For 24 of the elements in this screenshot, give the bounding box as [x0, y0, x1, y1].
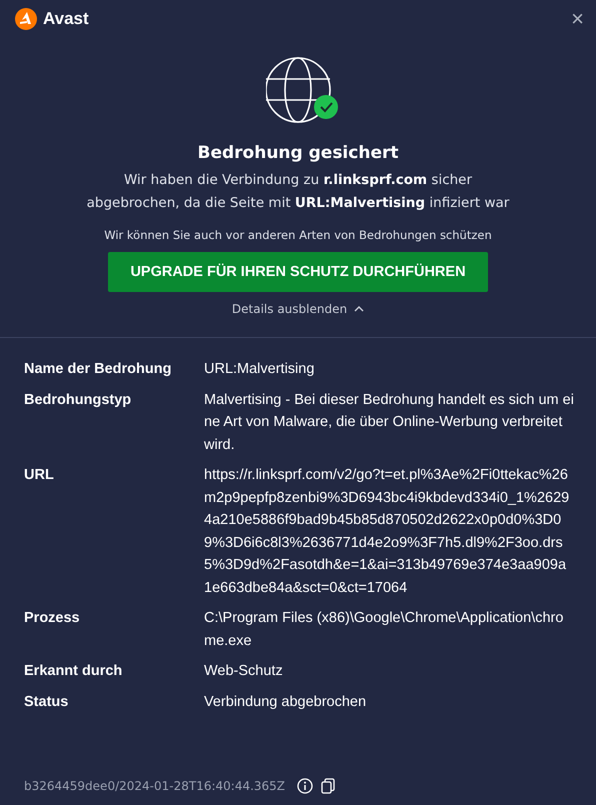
protection-note: Wir können Sie auch vor anderen Arten von Bedrohungen schützen: [104, 228, 492, 242]
event-id: b3264459dee0/2024-01-28T16:40:44.365Z: [24, 779, 286, 793]
detail-label: URL: [24, 466, 55, 485]
message-title: Bedrohung gesichert: [198, 143, 398, 163]
close-button[interactable]: ×: [571, 8, 584, 30]
chevron-icon: [354, 306, 364, 312]
detail-label: Name der Bedrohung: [24, 360, 172, 379]
details-toggle[interactable]: Details ausblenden: [232, 302, 364, 316]
upgrade-button[interactable]: UPGRADE FÜR IHREN SCHUTZ DURCHFÜHREN: [108, 252, 488, 292]
detail-label: Status: [24, 692, 70, 712]
detail-value: C:\Program Files (x86)\Google\Chrome\Application\chrome.exe: [204, 609, 564, 650]
message-text: Wir haben die Verbindung zu r.linksprf.com sicher abgebrochen, da die Seite mit URL:Malvertising infiziert war: [86, 171, 510, 213]
avast-logo-icon: [15, 8, 37, 30]
detail-label: Prozess: [24, 609, 81, 628]
copy-icon[interactable]: [321, 778, 336, 794]
info-icon[interactable]: [297, 778, 314, 794]
detail-value: Verbindung abgebrochen: [204, 692, 368, 712]
detail-value: Web-Schutz: [204, 662, 284, 681]
detail-label: Bedrohungstyp: [24, 390, 132, 410]
window-title: Avast: [43, 9, 89, 29]
detail-value: https://r.linksprf.com/v2/go?t=et.pl%3Ae%2Fi0ttekac%26m2p9pepfp8zenbi9%3D6943bc4i9kbdevd334i0_1%26294a210e5886f9bad9b45b85d870502d2622x0p0d0%3D09%3D6i6c8l3%2636771d4e2o9%3F7h5.dl9%2F3oo.drs5%3D9d%2Fasotdh&e=1&ai=313b49769e374e3aa909a1e663dbe84a&sct=0&ct=17064: [204, 466, 570, 598]
detail-value: Malvertising - Bei dieser Bedrohung handelt es sich um eine Art von Malware, die über Online-Werbung verbreitet wird.: [204, 390, 574, 454]
detail-label: Erkannt durch: [24, 662, 124, 681]
detail-value: URL:Malvertising: [204, 360, 316, 379]
